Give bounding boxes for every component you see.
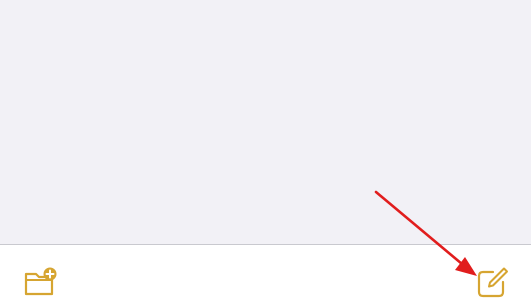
new-folder-button[interactable] (20, 262, 60, 302)
bottom-toolbar (0, 244, 531, 304)
compose-button[interactable] (471, 262, 511, 302)
new-folder-icon (24, 267, 57, 296)
compose-icon (477, 267, 508, 298)
toolbar-divider (0, 244, 531, 245)
notes-list-empty-area (0, 0, 531, 244)
